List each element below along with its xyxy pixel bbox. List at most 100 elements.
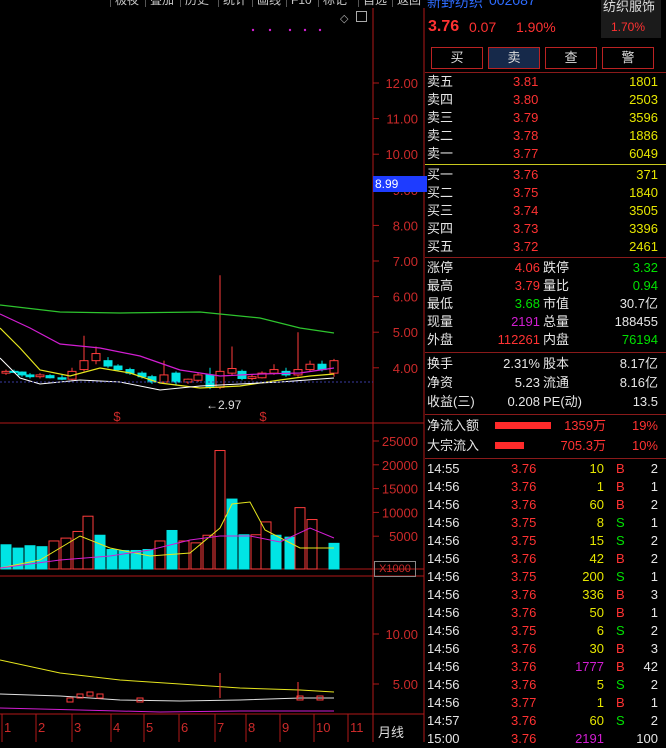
toolbar-button-5[interactable]: F10 — [286, 0, 316, 7]
toolbar-button-4[interactable]: 画线 — [252, 0, 285, 7]
tick-time: 14:56 — [427, 551, 460, 566]
tick-count: 3 — [650, 587, 658, 602]
indicator-line-yellow — [0, 659, 335, 693]
price-tick-label: 5.00 — [393, 325, 418, 340]
order-book-price: 3.77 — [513, 146, 539, 161]
toolbar-button-6[interactable]: 标记 — [318, 0, 351, 7]
order-book-label: 买四 — [427, 221, 454, 236]
stat-value: 8.16亿 — [619, 375, 658, 390]
stat-label: 最低 — [427, 296, 454, 311]
order-book-label: 卖一 — [427, 146, 454, 161]
tick-row: 14:56 3.76 1777 B 42 — [425, 658, 666, 676]
x-axis-label: 4 — [113, 720, 120, 735]
tick-time: 14:56 — [427, 677, 460, 692]
tick-price: 3.76 — [511, 659, 537, 674]
order-book-price: 3.81 — [513, 74, 539, 89]
stock-code: 002087 — [489, 0, 536, 8]
volume-bar — [94, 534, 106, 570]
price-tick-label: 6.00 — [393, 290, 418, 305]
candle-body — [25, 374, 35, 378]
stat-value: 76194 — [621, 332, 658, 347]
chart-canvas[interactable]: 12.0011.0010.009.008.007.006.005.004.002… — [0, 8, 425, 742]
ma-line-magenta — [0, 313, 335, 377]
toolbar-button-1[interactable]: 叠加 — [145, 0, 178, 7]
tick-volume: 200 — [582, 569, 604, 584]
tick-count: 1 — [650, 569, 658, 584]
candle-body — [113, 365, 123, 371]
candle-body — [329, 360, 339, 374]
tick-volume: 6 — [596, 623, 604, 638]
toolbar-button-3[interactable]: 统计 — [218, 0, 251, 7]
x-axis-label: 11 — [350, 720, 364, 735]
toolbar-button-0[interactable]: 极夜 — [110, 0, 143, 7]
candle-body — [17, 371, 27, 376]
stat-row: 换手 2.31% 股本 8.17亿 — [425, 355, 666, 373]
candle-body — [305, 363, 315, 371]
x-axis-label: 10 — [316, 720, 330, 735]
tick-row: 14:56 3.75 8 S 1 — [425, 514, 666, 532]
price-tick-label: 10.00 — [385, 147, 418, 162]
toolbar-button-2[interactable]: 历史 — [180, 0, 213, 7]
toolbar-button-8[interactable]: 返回 — [392, 0, 425, 7]
price-tick-label: 11.00 — [386, 112, 418, 127]
volume-tick-label: 25000 — [382, 434, 418, 449]
fund-flow-row: 净流入额 1359万 19% — [425, 417, 666, 435]
candle-body — [293, 369, 303, 376]
tick-volume: 60 — [589, 713, 604, 728]
tick-price: 3.76 — [511, 641, 537, 656]
volume-bar — [166, 529, 178, 570]
volume-bar — [328, 542, 340, 570]
order-book-price: 3.75 — [513, 185, 539, 200]
tick-row: 14:57 3.76 60 S 2 — [425, 712, 666, 730]
stat-value: 30.7亿 — [619, 296, 658, 311]
stat-row: 最低 3.68 市值 30.7亿 — [425, 295, 666, 313]
trade-button-1[interactable]: 卖 — [488, 47, 540, 69]
stock-name: 新野纺织 — [427, 0, 483, 10]
trade-button-0[interactable]: 买 — [431, 47, 483, 69]
tick-row: 14:56 3.76 1 B 1 — [425, 478, 666, 496]
order-book-row: 买三 3.74 3505 — [425, 202, 666, 220]
tick-price: 3.76 — [511, 497, 537, 512]
sector-box[interactable]: 纺织服饰 1.70% — [601, 0, 661, 38]
order-book-price: 3.78 — [513, 128, 539, 143]
fund-flow-pct: 10% — [631, 438, 658, 453]
chart-settings-square-icon[interactable] — [356, 11, 367, 22]
volume-bar — [284, 536, 296, 570]
stat-label: 流通 — [543, 375, 570, 390]
period-label[interactable]: 月线 — [378, 722, 404, 741]
order-book-price: 3.74 — [513, 203, 539, 218]
tick-side: S — [616, 713, 625, 728]
stat-value: 3.79 — [514, 278, 540, 293]
x-axis-label: 9 — [282, 720, 289, 735]
divider — [425, 257, 666, 258]
tick-price: 3.76 — [511, 677, 537, 692]
candle-body — [45, 375, 55, 379]
stat-value: 0.208 — [507, 394, 540, 409]
stat-label: 总量 — [543, 314, 570, 329]
order-book-volume: 371 — [636, 167, 658, 182]
volume-bar — [294, 507, 306, 570]
order-book-label: 卖二 — [427, 128, 454, 143]
candle-body — [171, 372, 181, 383]
toolbar-button-7[interactable]: 自选 — [358, 0, 391, 7]
trade-button-2[interactable]: 查 — [545, 47, 597, 69]
order-book-volume: 3505 — [629, 203, 658, 218]
stat-value: 112261 — [497, 332, 540, 347]
order-book-row: 买五 3.72 2461 — [425, 238, 666, 256]
tick-time: 14:56 — [427, 479, 460, 494]
top-toolbar: 极夜 叠加 历史 统计 画线 F10 标记 自选 返回 — [0, 0, 425, 8]
order-book-price: 3.76 — [513, 167, 539, 182]
x-axis-label: 1 — [4, 720, 11, 735]
x-axis-label: 2 — [38, 720, 45, 735]
x-axis-label: 8 — [248, 720, 255, 735]
trade-button-3[interactable]: 警 — [602, 47, 654, 69]
divider — [425, 458, 666, 459]
tick-count: 100 — [636, 731, 658, 746]
volume-bar — [24, 545, 36, 570]
kline-chart[interactable]: 12.0011.0010.009.008.007.006.005.004.002… — [0, 8, 427, 742]
chart-settings-diamond-icon[interactable]: ◇ — [340, 12, 348, 25]
tick-time: 14:56 — [427, 623, 460, 638]
tick-row: 15:00 3.76 2191 100 — [425, 730, 666, 748]
tick-volume: 30 — [589, 641, 604, 656]
volume-bar — [82, 515, 94, 570]
